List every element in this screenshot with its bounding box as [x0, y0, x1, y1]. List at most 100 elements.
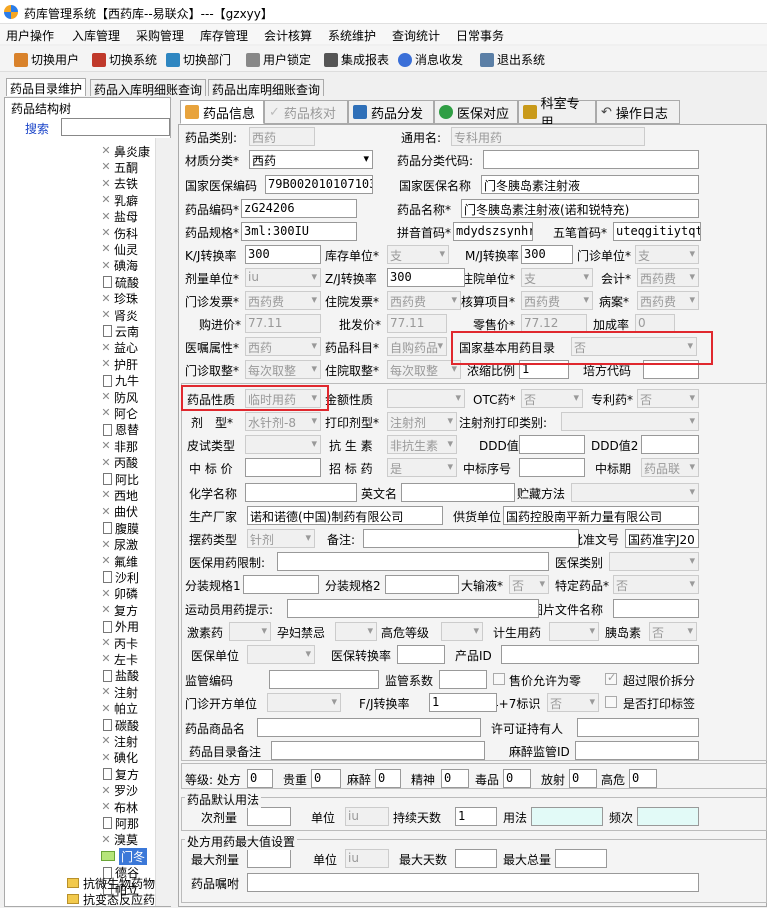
- tree-item[interactable]: 复方: [101, 765, 153, 783]
- cxts-field[interactable]: 1: [455, 807, 497, 826]
- tree-item[interactable]: ✕ 盐母: [101, 208, 153, 226]
- menu-stock-in[interactable]: 入库管理: [72, 27, 120, 44]
- tree-item[interactable]: ✕ 布林: [101, 798, 153, 816]
- menu-system[interactable]: 系统维护: [328, 27, 376, 44]
- wb-field[interactable]: uteqgitiytqty: [613, 222, 701, 241]
- tab-op-log[interactable]: ↶ 操作日志: [596, 100, 680, 124]
- empty-field[interactable]: [439, 670, 487, 689]
- tree-item[interactable]: 阿比: [101, 470, 153, 488]
- report-button[interactable]: 集成报表: [324, 51, 389, 68]
- js-field[interactable]: 0: [441, 769, 469, 788]
- tree-item[interactable]: ✕ 溴莫: [101, 831, 153, 849]
- empty-field[interactable]: [637, 807, 699, 826]
- tree-item[interactable]: 碳酸: [101, 716, 153, 734]
- tree-item[interactable]: ✕ 氟维: [101, 552, 153, 570]
- py-field[interactable]: mdydszsynhrtc: [453, 222, 533, 241]
- tree-item[interactable]: ✕ 复方: [101, 601, 153, 619]
- ybname-field[interactable]: 门冬胰岛素注射液: [481, 175, 699, 194]
- empty-field[interactable]: [641, 435, 699, 454]
- tree-item[interactable]: ✕ 非那: [101, 437, 153, 455]
- tree-item[interactable]: ✕ 丙卡: [101, 634, 153, 652]
- tree-item[interactable]: 外用: [101, 618, 153, 636]
- switch-dept-button[interactable]: 切换部门: [166, 51, 231, 68]
- tree-item[interactable]: ✕ 注射: [101, 683, 153, 701]
- empty-field[interactable]: [247, 873, 699, 892]
- tree-scrollbar[interactable]: [155, 138, 171, 906]
- tree-item[interactable]: ✕ 碘海: [101, 257, 153, 275]
- fj-field[interactable]: 1: [429, 693, 497, 712]
- tree-item[interactable]: ✕ 乳癖: [101, 191, 153, 209]
- empty-field[interactable]: [287, 599, 539, 618]
- empty-field[interactable]: [363, 529, 579, 548]
- search-input[interactable]: [61, 118, 170, 136]
- dj-field[interactable]: 0: [247, 769, 273, 788]
- split-over-limit-checkbox[interactable]: [605, 671, 617, 685]
- empty-field[interactable]: [257, 718, 481, 737]
- empty-field[interactable]: [519, 458, 585, 477]
- tree-item[interactable]: ✕ 鼻炎康: [101, 142, 153, 160]
- tree-folder[interactable]: 抗变态反应药: [67, 890, 155, 908]
- ybcode-field[interactable]: 79B002010107103: [265, 175, 373, 194]
- tab-dept-special[interactable]: 科室专用: [518, 97, 596, 131]
- tree-item[interactable]: ✕ 五酮: [101, 158, 153, 176]
- tree-item[interactable]: ✕ 左卡: [101, 650, 153, 668]
- tree-item[interactable]: ✕ 注射: [101, 732, 153, 750]
- price-zero-checkbox[interactable]: [493, 673, 505, 685]
- message-button[interactable]: 消息收发: [398, 51, 463, 68]
- fs-field[interactable]: 0: [569, 769, 597, 788]
- tree-item[interactable]: 九牛: [101, 372, 153, 390]
- tree-item[interactable]: ✕ 碘化: [101, 749, 153, 767]
- tree-item[interactable]: ✕ 尿激: [101, 536, 153, 554]
- empty-field[interactable]: [531, 807, 603, 826]
- tree-item[interactable]: 盐酸: [101, 667, 153, 685]
- tree-item[interactable]: ✕ 益心: [101, 339, 153, 357]
- name-field[interactable]: 门冬胰岛素注射液(诺和锐特充): [461, 199, 699, 218]
- tree-item[interactable]: 阿那: [101, 814, 153, 832]
- tree-item[interactable]: ✕ 曲伏: [101, 503, 153, 521]
- dp-field[interactable]: 0: [503, 769, 531, 788]
- empty-field[interactable]: [501, 645, 699, 664]
- tree-item[interactable]: ✕ 珍珠: [101, 290, 153, 308]
- empty-field[interactable]: [483, 150, 699, 169]
- empty-field[interactable]: [577, 718, 699, 737]
- menu-query[interactable]: 查询统计: [392, 27, 440, 44]
- empty-field[interactable]: [401, 483, 515, 502]
- empty-field[interactable]: [385, 575, 459, 594]
- mj-field[interactable]: 300: [521, 245, 573, 264]
- exit-button[interactable]: 退出系统: [480, 51, 545, 68]
- gw2-field[interactable]: 0: [629, 769, 657, 788]
- tree-item[interactable]: ✕ 护肝: [101, 355, 153, 373]
- tab-in-detail[interactable]: 药品入库明细账查询: [90, 79, 207, 97]
- code-field[interactable]: zG24206: [241, 199, 357, 218]
- tree-item[interactable]: ✕ 仙灵: [101, 240, 153, 258]
- empty-field[interactable]: [277, 552, 549, 571]
- tab-drug-check[interactable]: ✓ 药品核对: [264, 100, 348, 124]
- tree-item[interactable]: 门冬: [101, 847, 153, 865]
- tree-item[interactable]: 云南: [101, 322, 153, 340]
- empty-field[interactable]: [245, 458, 321, 477]
- empty-field[interactable]: [245, 483, 357, 502]
- tab-insurance[interactable]: 医保对应: [434, 100, 518, 124]
- tree-item[interactable]: ✕ 伤科: [101, 224, 153, 242]
- menu-user[interactable]: 用户操作: [6, 27, 54, 44]
- gydw-field[interactable]: 国药控股南平新力量有限公司: [503, 506, 699, 525]
- mat-field[interactable]: 西药: [249, 150, 373, 169]
- zj-field[interactable]: 300: [387, 268, 465, 287]
- switch-system-button[interactable]: 切换系统: [92, 51, 157, 68]
- empty-field[interactable]: [555, 849, 607, 868]
- tree-item[interactable]: ✕ 丙酸: [101, 454, 153, 472]
- empty-field[interactable]: [247, 849, 291, 868]
- sccj-field[interactable]: 诺和诺德(中国)制药有限公司: [247, 506, 443, 525]
- tree-item[interactable]: 沙利: [101, 568, 153, 586]
- tree-item[interactable]: ✕ 西地: [101, 486, 153, 504]
- fz1-field[interactable]: [243, 575, 319, 594]
- tab-out-detail[interactable]: 药品出库明细账查询: [208, 79, 325, 97]
- print-label-checkbox[interactable]: [605, 696, 617, 708]
- tree-item[interactable]: ✕ 阿仑: [101, 404, 153, 422]
- gz-field[interactable]: 0: [311, 769, 341, 788]
- tree-item[interactable]: ✕ 帕立: [101, 700, 153, 718]
- lock-user-button[interactable]: 用户锁定: [246, 51, 311, 68]
- tree-item[interactable]: ✕ 卯磷: [101, 585, 153, 603]
- menu-accounting[interactable]: 会计核算: [264, 27, 312, 44]
- empty-field[interactable]: [519, 435, 585, 454]
